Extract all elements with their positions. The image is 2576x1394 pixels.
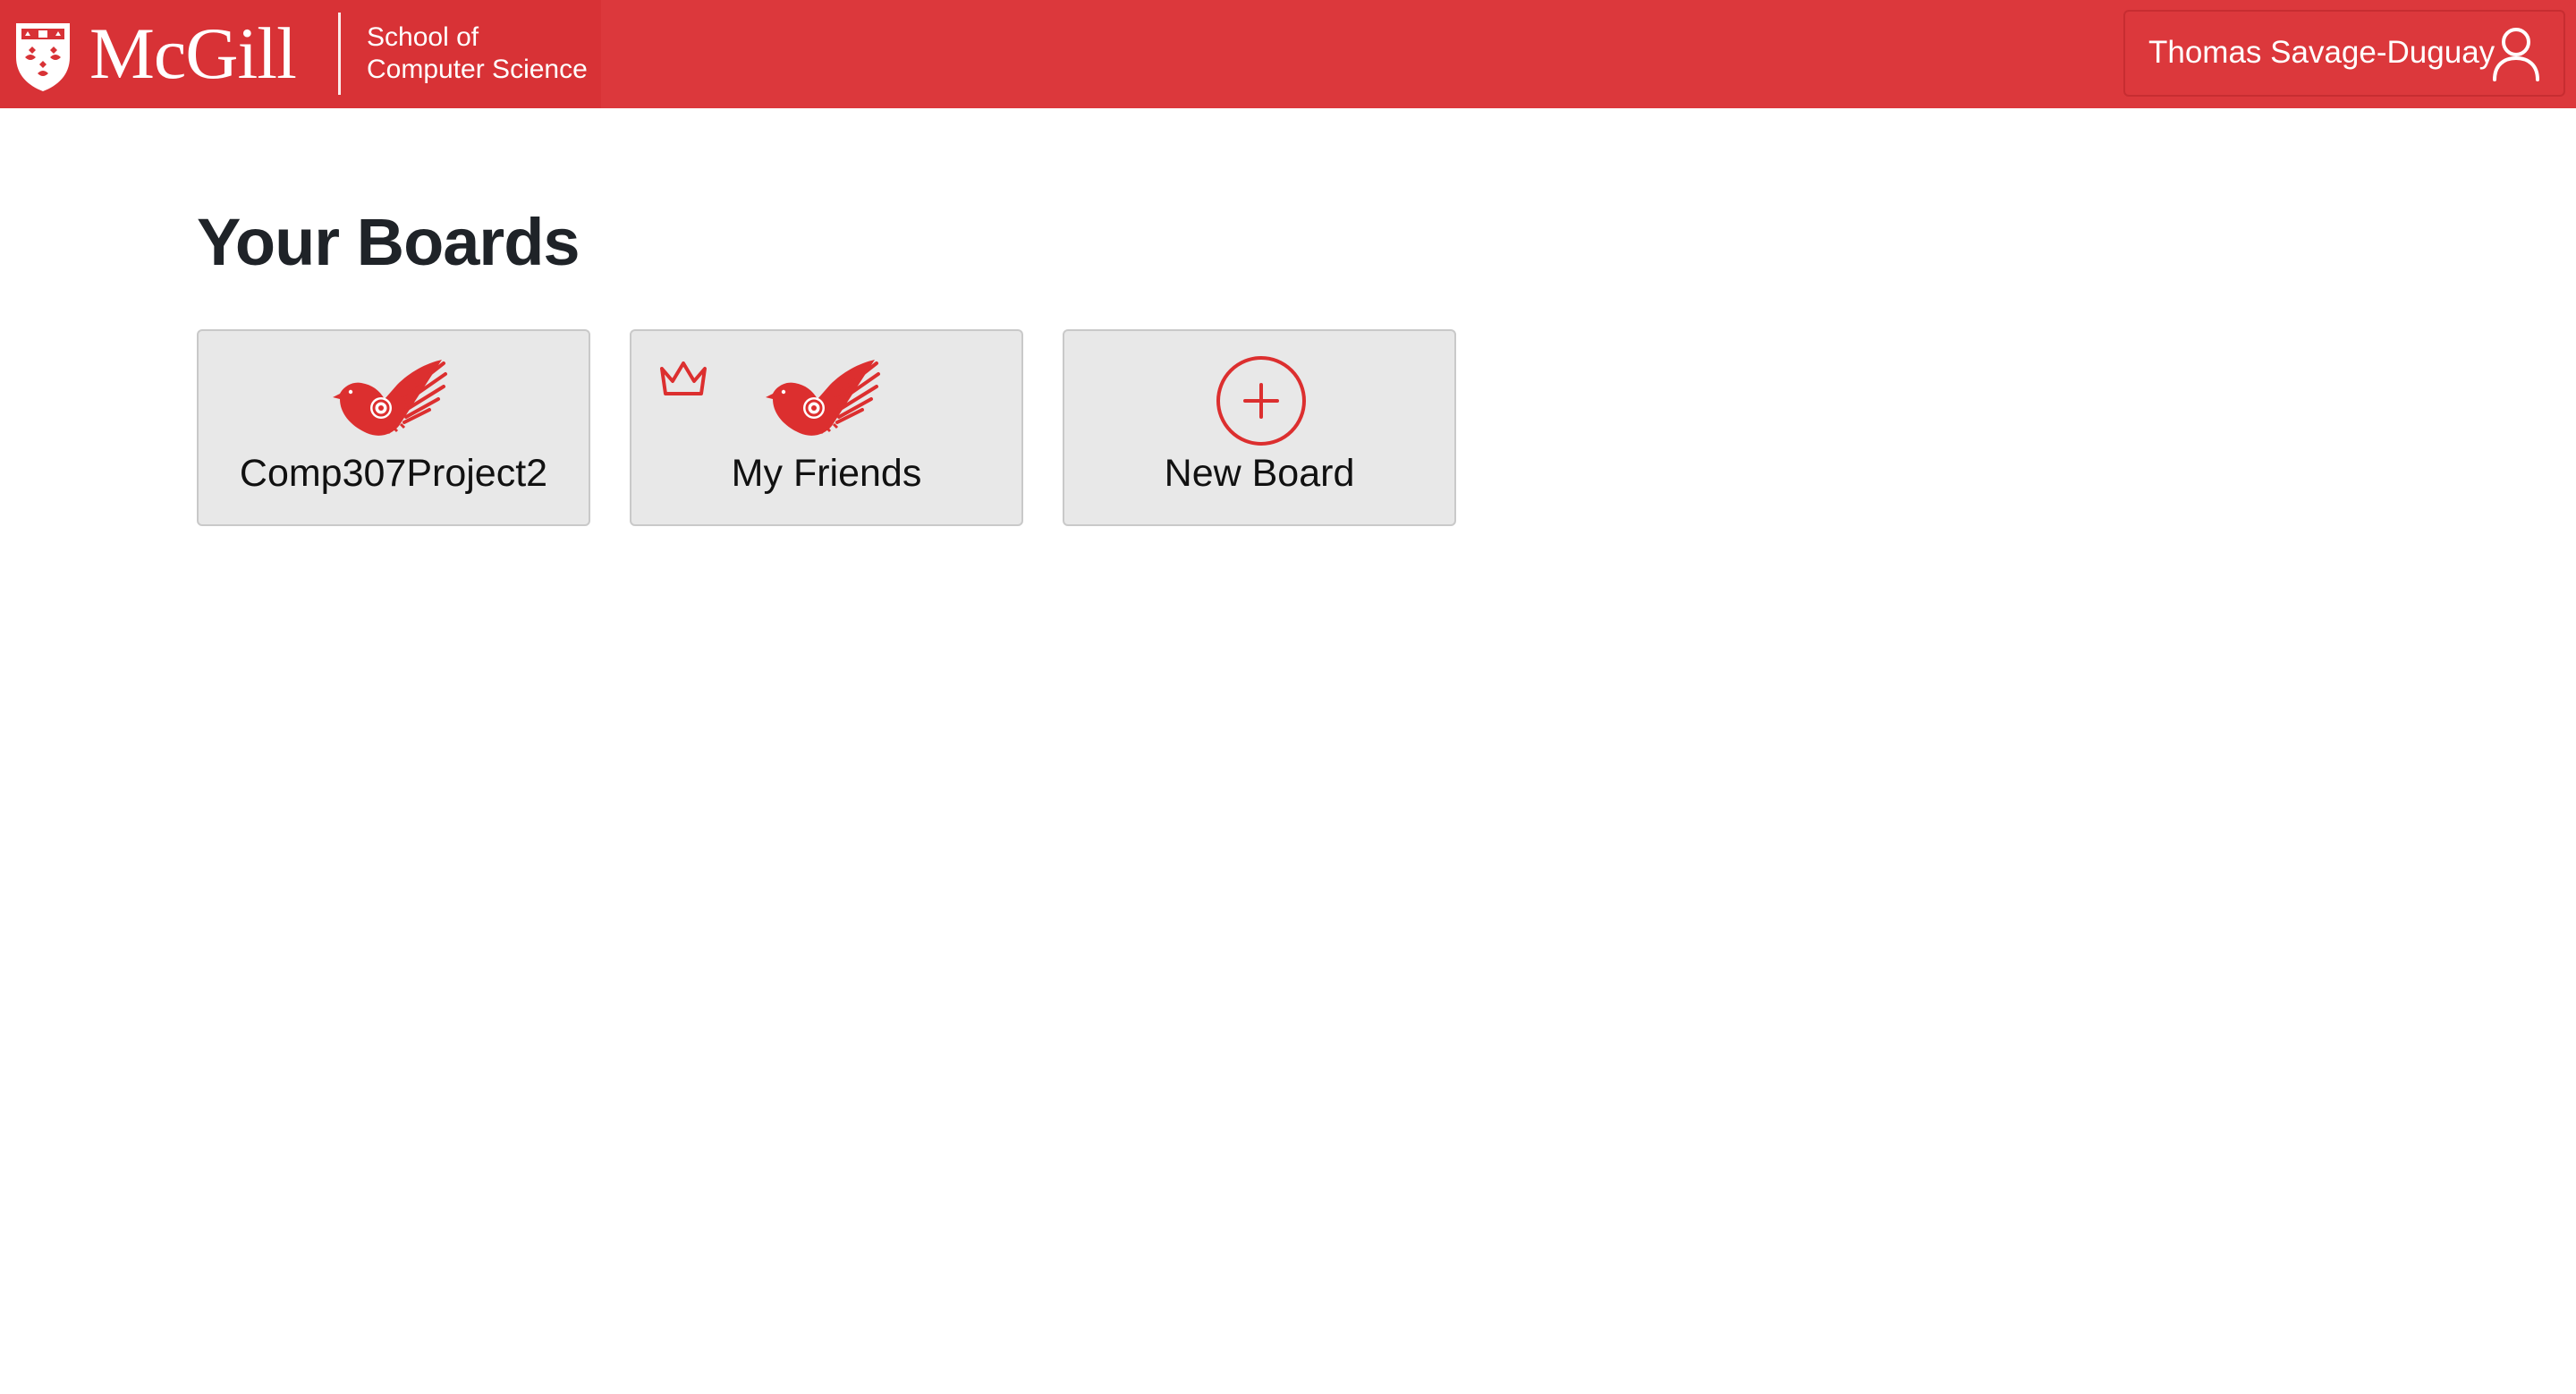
mcgill-wordmark: McGill bbox=[89, 13, 297, 94]
new-board-button[interactable]: New Board bbox=[1063, 329, 1456, 526]
plus-circle-icon bbox=[1216, 356, 1306, 446]
board-list: Comp307Project2 My Friends New Board bbox=[197, 329, 1458, 526]
user-name: Thomas Savage-Duguay bbox=[2148, 35, 2496, 70]
page-title: Your Boards bbox=[197, 205, 580, 279]
bird-icon bbox=[333, 360, 447, 436]
board-card-comp307project2[interactable]: Comp307Project2 bbox=[197, 329, 590, 526]
brand-divider bbox=[338, 13, 341, 95]
board-card-label: Comp307Project2 bbox=[239, 452, 548, 495]
brand-home-link[interactable]: McGill School of Computer Science bbox=[0, 0, 601, 108]
new-board-label: New Board bbox=[1164, 452, 1355, 495]
crown-icon bbox=[660, 361, 707, 395]
bird-icon bbox=[766, 360, 880, 436]
mcgill-crest-icon bbox=[16, 23, 70, 91]
school-name: School of Computer Science bbox=[367, 21, 588, 86]
board-card-my-friends[interactable]: My Friends bbox=[630, 329, 1023, 526]
top-navigation-bar: McGill School of Computer Science Thomas… bbox=[0, 0, 2576, 108]
user-icon bbox=[2493, 28, 2539, 81]
board-card-label: My Friends bbox=[731, 452, 922, 495]
school-name-line-2: Computer Science bbox=[367, 55, 588, 84]
user-menu-button[interactable]: Thomas Savage-Duguay bbox=[2123, 10, 2565, 97]
school-name-line-1: School of bbox=[367, 22, 479, 52]
